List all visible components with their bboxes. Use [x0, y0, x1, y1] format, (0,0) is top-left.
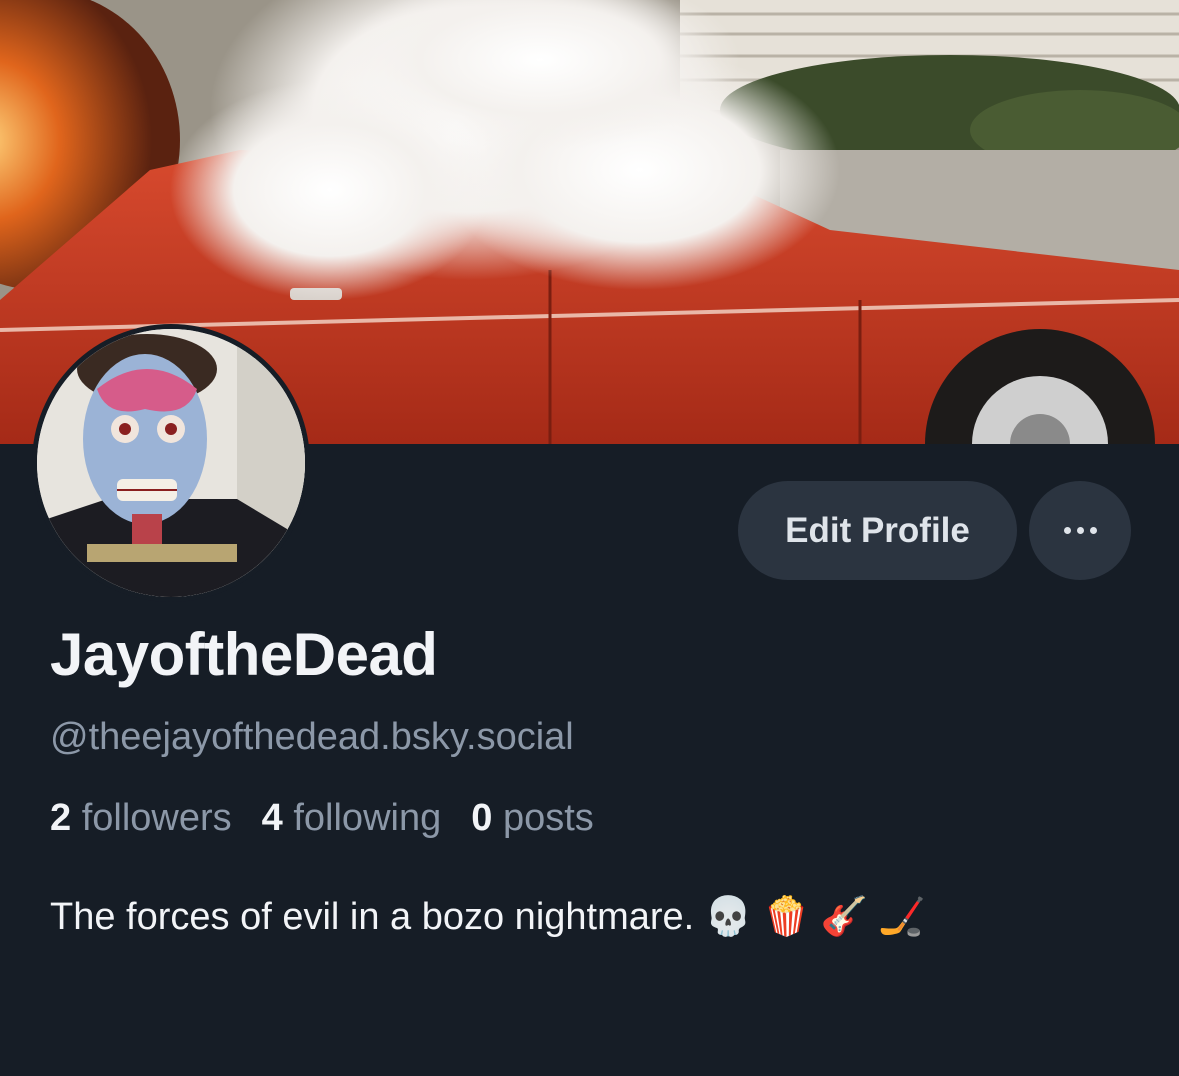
profile-handle: @theejayofthedead.bsky.social — [50, 716, 574, 758]
following-label: following — [293, 797, 442, 839]
posts-label: posts — [502, 797, 594, 839]
profile-stats: 2 followers 4 following 0 posts — [50, 797, 594, 840]
edit-profile-button[interactable]: Edit Profile — [738, 481, 1017, 580]
posts-stat: 0 posts — [471, 797, 594, 840]
followers-label: followers — [81, 797, 232, 839]
profile-page: Edit Profile JayoftheDead @theejayofthed… — [0, 0, 1179, 1076]
profile-bio: The forces of evil in a bozo nightmare. … — [50, 896, 926, 938]
followers-stat[interactable]: 2 followers — [50, 797, 232, 840]
ellipsis-icon — [1063, 527, 1097, 534]
posts-count: 0 — [471, 797, 493, 839]
profile-avatar[interactable] — [32, 324, 310, 602]
followers-count: 2 — [50, 797, 72, 839]
avatar-image — [37, 329, 305, 597]
display-name: JayoftheDead — [50, 621, 438, 688]
following-stat[interactable]: 4 following — [262, 797, 442, 840]
more-options-button[interactable] — [1029, 481, 1131, 580]
following-count: 4 — [261, 797, 283, 839]
